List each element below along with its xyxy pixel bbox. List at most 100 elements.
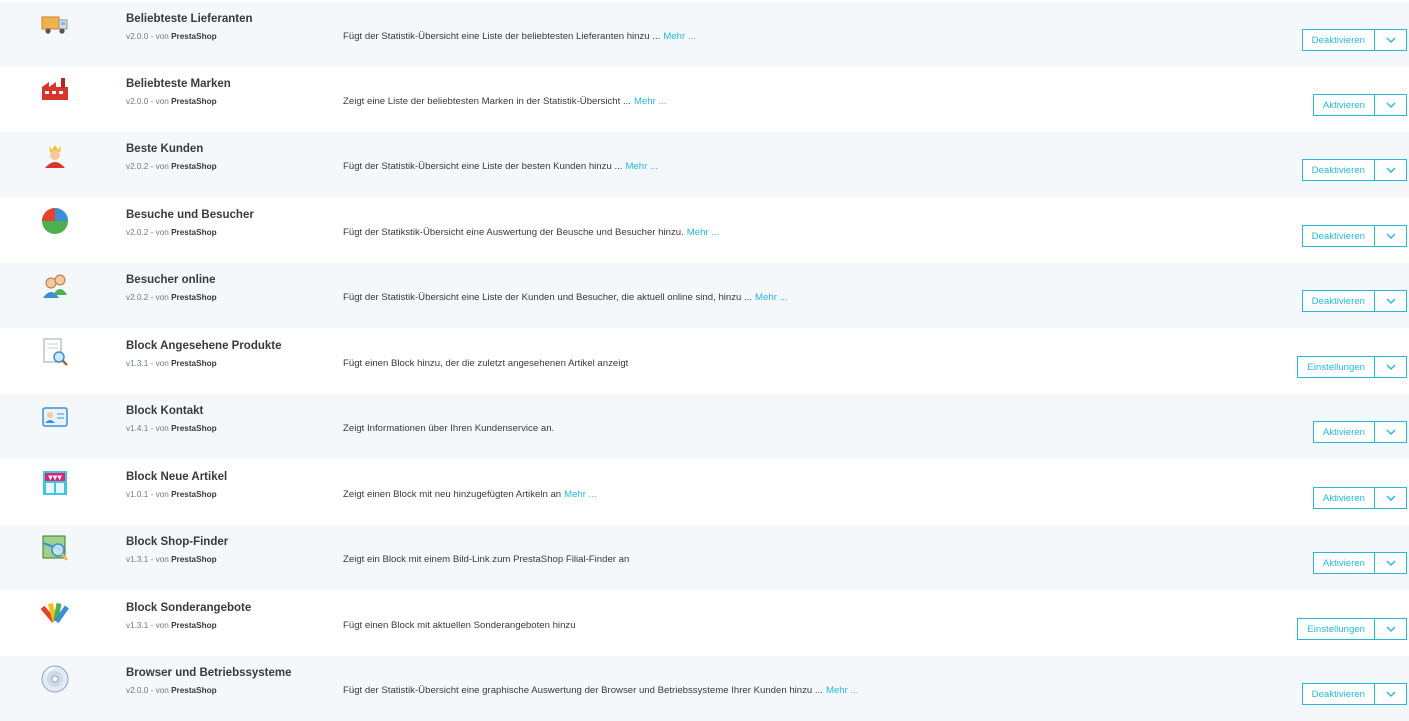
module-description: Fügt der Statistik-Übersicht eine graphi… (343, 685, 858, 696)
more-link[interactable]: Mehr ... (826, 685, 859, 696)
module-meta: v1.3.1 - von PrestaShop (126, 359, 217, 368)
module-name: Block Kontakt (126, 405, 204, 417)
module-meta: v2.0.0 - von PrestaShop (126, 97, 217, 106)
module-name: Besuche und Besucher (126, 209, 254, 221)
module-description-text: Zeigt ein Block mit einem Bild-Link zum … (343, 554, 630, 565)
module-version: v1.0.1 (126, 490, 149, 499)
module-action-group: Aktivieren (1312, 487, 1407, 511)
module-version: v1.3.1 (126, 359, 149, 368)
module-row: Block Kontakt v1.4.1 - von PrestaShop Ze… (0, 394, 1409, 459)
dropdown-toggle[interactable] (1375, 421, 1407, 443)
module-version: v2.0.0 (126, 32, 149, 41)
module-row: Besucher online v2.0.2 - von PrestaShop … (0, 263, 1409, 328)
module-author: PrestaShop (171, 359, 217, 368)
dropdown-toggle[interactable] (1375, 290, 1407, 312)
dropdown-toggle[interactable] (1375, 487, 1407, 509)
module-author: PrestaShop (171, 490, 217, 499)
deactivate-button[interactable]: Deaktivieren (1301, 683, 1375, 705)
activate-button[interactable]: Aktivieren (1312, 552, 1375, 574)
more-link[interactable]: Mehr ... (625, 161, 658, 172)
module-description: Fügt der Statikstik-Übersicht eine Auswe… (343, 227, 719, 238)
module-author: PrestaShop (171, 555, 217, 564)
module-description-text: Fügt der Statistik-Übersicht eine Liste … (343, 292, 753, 303)
module-by: - von (150, 555, 169, 564)
module-version: v1.3.1 (126, 555, 149, 564)
module-by: - von (150, 686, 169, 695)
module-version: v2.0.2 (126, 162, 149, 171)
module-row: Besuche und Besucher v2.0.2 - von Presta… (0, 198, 1409, 263)
dropdown-toggle[interactable] (1375, 225, 1407, 247)
module-name: Browser und Betriebssysteme (126, 667, 292, 679)
dropdown-toggle[interactable] (1375, 159, 1407, 181)
module-meta: v1.3.1 - von PrestaShop (126, 555, 217, 564)
module-version: v1.3.1 (126, 621, 149, 630)
module-description-text: Fügt einen Block hinzu, der die zuletzt … (343, 358, 629, 369)
svg-text:▼▼▼: ▼▼▼ (48, 475, 62, 482)
module-by: - von (150, 97, 169, 106)
module-row: Beliebteste Lieferanten v2.0.0 - von Pre… (0, 2, 1409, 67)
module-description-text: Fügt einen Block mit aktuellen Sonderang… (343, 620, 576, 631)
activate-button[interactable]: Aktivieren (1312, 487, 1375, 509)
settings-button[interactable]: Einstellungen (1297, 618, 1375, 640)
cd-disc-icon (40, 664, 70, 694)
dropdown-toggle[interactable] (1375, 356, 1407, 378)
module-description: Zeigt eine Liste der beliebtesten Marken… (343, 96, 666, 107)
deactivate-button[interactable]: Deaktivieren (1301, 29, 1375, 51)
module-author: PrestaShop (171, 162, 217, 171)
chevron-down-icon (1386, 298, 1395, 304)
module-name: Block Sonderangebote (126, 602, 252, 614)
more-link[interactable]: Mehr ... (564, 489, 597, 500)
module-action-group: Einstellungen (1297, 356, 1407, 380)
deactivate-button[interactable]: Deaktivieren (1301, 290, 1375, 312)
truck-icon (40, 10, 70, 40)
module-row: Beste Kunden v2.0.2 - von PrestaShop Füg… (0, 132, 1409, 197)
module-author: PrestaShop (171, 32, 217, 41)
dropdown-toggle[interactable] (1375, 94, 1407, 116)
new-products-icon: ▼▼▼ (40, 468, 70, 498)
module-author: PrestaShop (171, 621, 217, 630)
king-icon (40, 140, 70, 170)
dropdown-toggle[interactable] (1375, 683, 1407, 705)
dropdown-toggle[interactable] (1375, 29, 1407, 51)
module-description-text: Fügt der Statikstik-Übersicht eine Auswe… (343, 227, 684, 238)
activate-button[interactable]: Aktivieren (1312, 421, 1375, 443)
module-by: - von (150, 32, 169, 41)
deactivate-button[interactable]: Deaktivieren (1301, 159, 1375, 181)
more-link[interactable]: Mehr ... (634, 96, 667, 107)
module-action-group: Aktivieren (1312, 421, 1407, 445)
module-author: PrestaShop (171, 424, 217, 433)
chevron-down-icon (1386, 167, 1395, 173)
module-meta: v1.0.1 - von PrestaShop (126, 490, 217, 499)
chevron-down-icon (1386, 364, 1395, 370)
deactivate-button[interactable]: Deaktivieren (1301, 225, 1375, 247)
module-author: PrestaShop (171, 97, 217, 106)
module-meta: v2.0.2 - von PrestaShop (126, 228, 217, 237)
more-link[interactable]: Mehr ... (755, 292, 788, 303)
dropdown-toggle[interactable] (1375, 552, 1407, 574)
module-action-group: Deaktivieren (1301, 29, 1407, 53)
module-by: - von (150, 621, 169, 630)
document-search-icon (40, 337, 70, 367)
module-description: Fügt einen Block mit aktuellen Sonderang… (343, 620, 576, 631)
module-name: Block Shop-Finder (126, 536, 229, 548)
module-row: ▼▼▼ Block Neue Artikel v1.0.1 - von Pres… (0, 460, 1409, 525)
module-by: - von (150, 162, 169, 171)
chevron-down-icon (1386, 691, 1395, 697)
more-link[interactable]: Mehr ... (687, 227, 720, 238)
chevron-down-icon (1386, 626, 1395, 632)
module-description: Zeigt einen Block mit neu hinzugefügten … (343, 489, 597, 500)
module-meta: v2.0.2 - von PrestaShop (126, 162, 217, 171)
module-action-group: Deaktivieren (1301, 225, 1407, 249)
module-meta: v1.4.1 - von PrestaShop (126, 424, 217, 433)
activate-button[interactable]: Aktivieren (1312, 94, 1375, 116)
module-by: - von (150, 359, 169, 368)
module-action-group: Deaktivieren (1301, 159, 1407, 183)
module-author: PrestaShop (171, 293, 217, 302)
module-name: Beste Kunden (126, 143, 204, 155)
settings-button[interactable]: Einstellungen (1297, 356, 1375, 378)
dropdown-toggle[interactable] (1375, 618, 1407, 640)
more-link[interactable]: Mehr ... (663, 31, 696, 42)
module-version: v2.0.2 (126, 228, 149, 237)
chevron-down-icon (1386, 37, 1395, 43)
module-description-text: Zeigt Informationen über Ihren Kundenser… (343, 423, 555, 434)
